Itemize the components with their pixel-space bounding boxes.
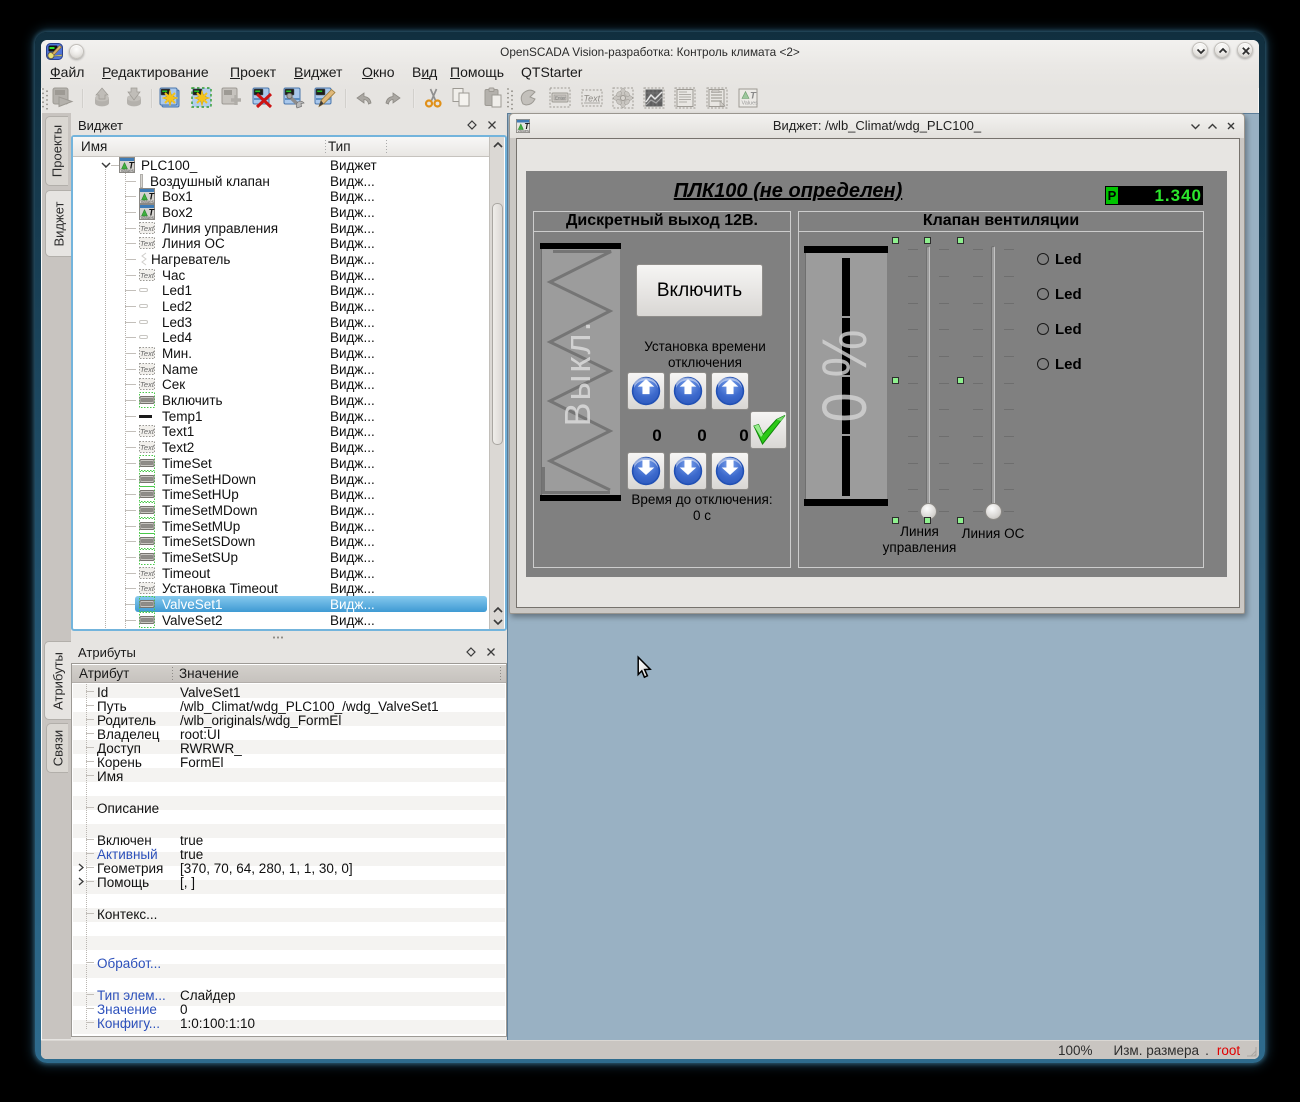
svg-text:Enter: Enter — [555, 96, 566, 101]
svg-text:Text: Text — [140, 239, 155, 248]
svg-text:Text: Text — [140, 569, 155, 578]
svg-text:Values: Values — [742, 101, 759, 107]
svg-text:Text: Text — [140, 584, 155, 593]
svg-text:Text: Text — [140, 365, 155, 374]
svg-text:Text: Text — [584, 94, 601, 104]
svg-text:Text: Text — [140, 380, 155, 389]
svg-text:Values: Values — [121, 168, 135, 173]
svg-text:Text: Text — [140, 349, 155, 358]
svg-text:Text: Text — [140, 443, 155, 452]
svg-text:Text: Text — [140, 224, 155, 233]
svg-text:Text: Text — [140, 271, 155, 280]
svg-text:Text: Text — [140, 427, 155, 436]
